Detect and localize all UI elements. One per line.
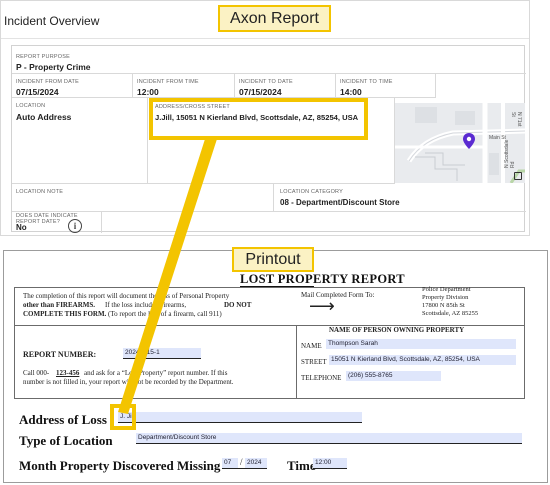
date-slash: / [240,457,243,467]
map-label-n-71st: N 71st St [510,112,522,127]
street-field[interactable]: 15051 N Kierland Blvd, Scottsdale, AZ, 8… [329,355,516,365]
owner-header: NAME OF PERSON OWNING PROPERTY [329,326,465,334]
map-pin-icon [463,133,475,149]
incident-to-date-value: 07/15/2024 [239,87,282,97]
report-number-underline [123,358,201,359]
incident-from-date-value: 07/15/2024 [16,87,59,97]
location-map[interactable]: Main St N 71st St N Scottsdale Rd [395,103,525,183]
report-number-label: REPORT NUMBER: [23,350,97,359]
intro-line-3a: COMPLETE THIS FORM. [23,310,107,318]
location-note-label: LOCATION NOTE [16,189,64,195]
report-purpose-value: P - Property Crime [16,62,91,72]
axon-report-callout: Axon Report [218,5,331,32]
address-of-loss-highlight-box [110,404,136,430]
time-field[interactable]: 12:00 [313,458,347,468]
location-category-field[interactable]: LOCATION CATEGORY 08 - Department/Discou… [274,184,526,212]
address-of-loss-field[interactable]: J. Jill [118,412,362,422]
incident-to-time-label: INCIDENT TO TIME [340,79,393,85]
address-of-loss-label: Address of Loss [19,412,107,427]
incident-to-date-label: INCIDENT TO DATE [239,79,293,85]
date-underline [222,468,267,469]
intro-line-2a: other than FIREARMS. [23,301,96,309]
form-right-border [524,287,525,399]
type-of-location-label: Type of Location [19,433,113,448]
form-bottom-border [14,398,525,399]
name-label: NAME [301,342,322,350]
intro-line-2c: DO NOT [224,301,252,309]
map-label-scottsdale-rd: N Scottsdale Rd [504,139,516,168]
call-line-1c: and ask for a “Lost Property” report num… [84,369,228,377]
telephone-label: TELEPHONE [301,374,342,382]
location-value: Auto Address [16,112,72,122]
intro-line-2b: If the loss includes Firearms, [105,301,187,309]
incident-to-time-field[interactable]: INCIDENT TO TIME 14:00 [336,74,436,98]
type-of-location-field[interactable]: Department/Discount Store [136,433,522,443]
time-label: Time [287,458,316,473]
incident-to-date-field[interactable]: INCIDENT TO DATE 07/15/2024 [235,74,336,98]
fullscreen-icon[interactable] [514,172,522,180]
printout-callout: Printout [232,247,314,272]
incident-to-time-value: 14:00 [340,87,362,97]
incident-from-time-field[interactable]: INCIDENT FROM TIME 12:00 [133,74,235,98]
address-highlight-box [149,98,368,140]
time-underline [313,468,347,469]
month-field[interactable]: 07 [222,458,238,468]
year-field[interactable]: 2024 [245,458,267,468]
printout-panel: LOST PROPERTY REPORT The completion of t… [3,250,548,483]
name-field[interactable]: Thompson Sarah [326,339,516,349]
call-line-1b: 123-456 [56,369,80,377]
incident-from-time-label: INCIDENT FROM TIME [137,79,199,85]
mail-arrow: ⟶ [309,296,335,317]
location-category-label: LOCATION CATEGORY [280,189,343,195]
form-col-divider [296,325,297,399]
type-of-location-underline [136,443,522,444]
location-field[interactable]: LOCATION Auto Address [12,98,148,184]
intro-line-1: The completion of this report will docum… [23,292,230,300]
location-category-value: 08 - Department/Discount Store [280,198,400,207]
report-purpose-label: REPORT PURPOSE [16,54,70,60]
call-line-1a: Call 000- [23,369,50,377]
dept-line-4: Scottsdale, AZ 85255 [422,310,479,317]
intro-line-3b: (To report the loss of a firearm, call 9… [108,310,222,318]
form-left-border [14,287,15,399]
incident-from-date-field[interactable]: INCIDENT FROM DATE 07/15/2024 [12,74,133,98]
printout-title: LOST PROPERTY REPORT [240,272,405,286]
call-line-2: number is not filled in, your report wil… [23,378,234,386]
telephone-field[interactable]: (206) 555-8765 [346,371,441,381]
info-icon[interactable]: i [68,219,82,233]
location-label: LOCATION [16,103,46,109]
report-purpose-field[interactable]: REPORT PURPOSE P - Property Crime [12,46,526,74]
incident-from-date-label: INCIDENT FROM DATE [16,79,79,85]
address-of-loss-underline [118,422,362,423]
incident-from-time-value: 12:00 [137,87,159,97]
street-label: STREET [301,358,327,366]
month-missing-label: Month Property Discovered Missing [19,458,221,473]
date-indicates-report-date-field[interactable]: DOES DATE INDICATE REPORT DATE? No [12,212,102,233]
panel-title: Incident Overview [4,14,100,28]
date-indicates-value: No [16,223,27,232]
report-number-field[interactable]: 20240715-1 [123,348,201,358]
location-note-field[interactable]: LOCATION NOTE [12,184,274,212]
